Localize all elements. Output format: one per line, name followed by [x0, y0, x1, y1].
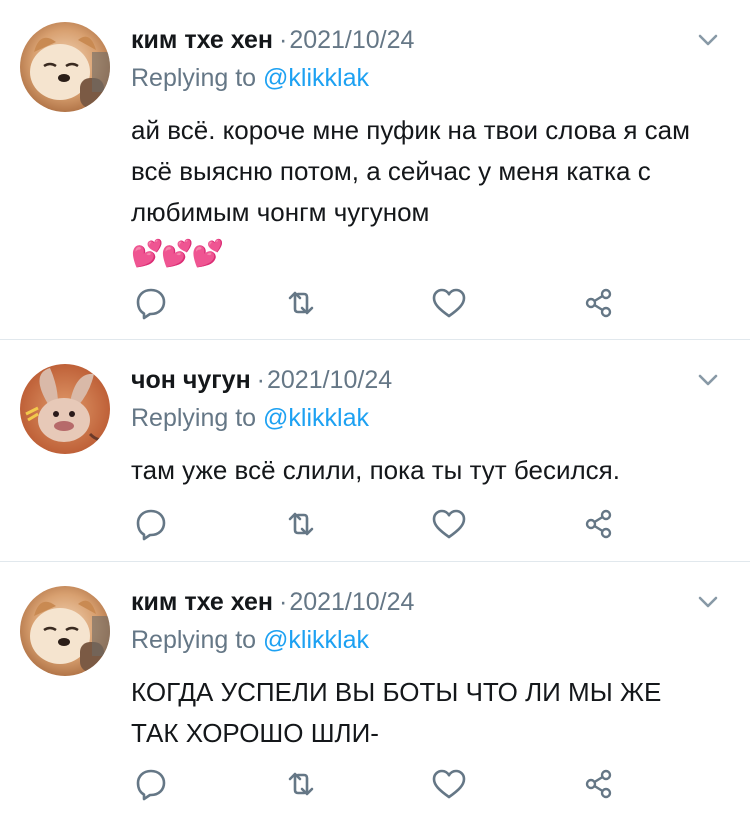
tweet-text: там уже всё слили, пока ты тут бесился. [131, 450, 731, 491]
tweet[interactable]: ким тхе хен · 2021/10/24 Replying to @kl… [0, 0, 750, 340]
avatar[interactable] [20, 22, 110, 112]
heart-icon[interactable] [429, 283, 469, 323]
replying-prefix: Replying to [131, 626, 257, 654]
reply-icon[interactable] [131, 504, 171, 544]
tweet-actions [131, 764, 631, 804]
tweet-date[interactable]: 2021/10/24 [289, 26, 414, 55]
chevron-down-icon[interactable] [694, 28, 722, 52]
replying-to: Replying to @klikklak [131, 626, 369, 655]
reply-icon[interactable] [131, 764, 171, 804]
retweet-icon[interactable] [281, 764, 321, 804]
tweet-actions [131, 504, 631, 544]
reply-icon[interactable] [131, 283, 171, 323]
replying-handle[interactable]: @klikklak [263, 404, 369, 432]
tweet[interactable]: чон чугун · 2021/10/24 Replying to @klik… [0, 340, 750, 562]
chevron-down-icon[interactable] [694, 368, 722, 392]
share-icon[interactable] [579, 283, 619, 323]
tweet-date[interactable]: 2021/10/24 [289, 588, 414, 617]
retweet-icon[interactable] [281, 504, 321, 544]
tweet-text: КОГДА УСПЕЛИ ВЫ БОТЫ ЧТО ЛИ МЫ ЖЕ ТАК ХО… [131, 672, 711, 754]
tweet-body: ай всё. короче мне пуфик на твои слова я… [131, 115, 690, 227]
author-name[interactable]: ким тхе хен [131, 588, 273, 617]
share-icon[interactable] [579, 504, 619, 544]
replying-handle[interactable]: @klikklak [263, 64, 369, 92]
tweet-text: ай всё. короче мне пуфик на твои слова я… [131, 110, 731, 274]
tweet[interactable]: ким тхе хен · 2021/10/24 Replying to @kl… [0, 562, 750, 824]
tweet-actions [131, 283, 631, 323]
share-icon[interactable] [579, 764, 619, 804]
author-name[interactable]: ким тхе хен [131, 26, 273, 55]
tweet-header: чон чугун · 2021/10/24 [131, 360, 392, 400]
heart-icon[interactable] [429, 764, 469, 804]
avatar[interactable] [20, 364, 110, 454]
avatar[interactable] [20, 586, 110, 676]
replying-prefix: Replying to [131, 404, 257, 432]
separator: · [256, 365, 265, 394]
replying-prefix: Replying to [131, 64, 257, 92]
retweet-icon[interactable] [281, 283, 321, 323]
author-name[interactable]: чон чугун [131, 366, 251, 395]
separator: · [278, 587, 288, 616]
tweet-body: КОГДА УСПЕЛИ ВЫ БОТЫ ЧТО ЛИ МЫ ЖЕ ТАК ХО… [131, 677, 662, 748]
tweet-header: ким тхе хен · 2021/10/24 [131, 20, 414, 60]
heart-icon[interactable] [429, 504, 469, 544]
tweet-header: ким тхе хен · 2021/10/24 [131, 582, 414, 622]
heart-emoji: 💕💕💕 [131, 238, 224, 268]
separator: · [278, 25, 288, 54]
tweet-date[interactable]: 2021/10/24 [267, 366, 392, 395]
replying-handle[interactable]: @klikklak [263, 626, 369, 654]
replying-to: Replying to @klikklak [131, 64, 369, 93]
replying-to: Replying to @klikklak [131, 404, 369, 433]
tweet-body: там уже всё слили, пока ты тут бесился. [131, 455, 620, 485]
chevron-down-icon[interactable] [694, 590, 722, 614]
